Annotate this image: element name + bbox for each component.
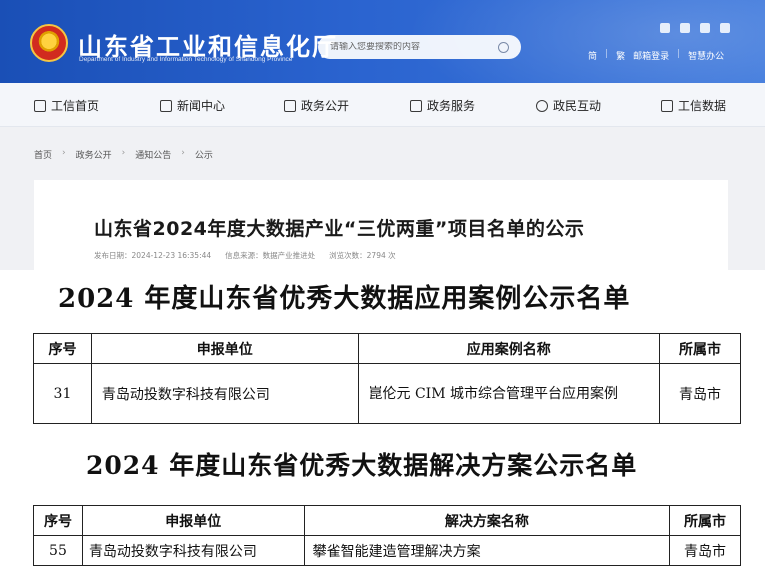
table-header-row: 序号 申报单位 解决方案名称 所属市	[33, 505, 741, 536]
header-unit: 申报单位	[90, 333, 359, 364]
mail-login-link[interactable]: 邮箱登录	[633, 49, 669, 62]
breadcrumb-publicity[interactable]: 公示	[195, 148, 213, 161]
nav-item-data[interactable]: 工信数据	[661, 97, 726, 114]
smart-office-link[interactable]: 智慧办公	[688, 49, 724, 62]
cell-index: 31	[33, 363, 92, 424]
search-box[interactable]	[318, 35, 521, 59]
list-title-application-cases: 2024 年度山东省优秀大数据应用案例公示名单	[58, 284, 631, 314]
service-icon	[410, 99, 422, 112]
separator: |	[677, 49, 681, 59]
breadcrumb-gov-affairs[interactable]: 政务公开	[76, 148, 112, 161]
view-count: 浏览次数：2794 次	[329, 250, 395, 261]
header-city: 所属市	[659, 333, 741, 364]
site-subtitle: Department of Industry and Information T…	[79, 56, 293, 63]
cell-city: 青岛市	[669, 535, 741, 566]
app-icon[interactable]	[720, 23, 730, 33]
breadcrumb-home[interactable]: 首页	[34, 148, 52, 161]
cell-index: 55	[33, 535, 83, 566]
top-links: 简 | 繁 邮箱登录 | 智慧办公	[588, 49, 724, 62]
header-case-name: 应用案例名称	[357, 333, 661, 364]
nav-item-interaction[interactable]: 政民互动	[536, 97, 601, 114]
nav-item-home[interactable]: 工信首页	[34, 97, 99, 114]
list-title-solutions: 2024 年度山东省优秀大数据解决方案公示名单	[86, 451, 638, 480]
application-cases-table: 序号 申报单位 应用案例名称 所属市 31 青岛动投数字科技有限公司 崑伦元 C…	[33, 333, 741, 424]
cell-unit: 青岛动投数字科技有限公司	[81, 535, 305, 566]
weibo-icon[interactable]	[660, 23, 670, 33]
data-icon	[661, 99, 673, 112]
header-solution-name: 解决方案名称	[303, 505, 671, 536]
header-index: 序号	[33, 333, 92, 364]
interaction-icon	[536, 99, 548, 112]
nav-item-gov-affairs[interactable]: 政务公开	[284, 97, 349, 114]
header-city: 所属市	[669, 505, 741, 536]
accessibility-icon[interactable]	[680, 23, 690, 33]
nav-label: 政民互动	[553, 99, 602, 113]
info-source: 信息来源：数据产业推进处	[225, 251, 316, 260]
nav-label: 工信数据	[678, 99, 727, 113]
breadcrumb-separator: ›	[181, 148, 185, 158]
view-count-unit: 次	[388, 251, 396, 260]
monitor-icon	[284, 99, 296, 112]
nav-label: 新闻中心	[177, 99, 226, 113]
breadcrumb-separator: ›	[121, 148, 126, 158]
main-nav: 工信首页 新闻中心 政务公开 政务服务 政民互动 工信数据	[0, 83, 765, 127]
cell-case-name: 崑伦元 CIM 城市综合管理平台应用案例	[357, 363, 661, 424]
site-header: 山东省工业和信息化厅 Department of Industry and In…	[0, 0, 765, 83]
header-index: 序号	[33, 505, 83, 536]
search-icon[interactable]	[498, 41, 509, 53]
nav-label: 工信首页	[51, 99, 100, 113]
header-unit: 申报单位	[81, 505, 305, 536]
breadcrumb: 首页 › 政务公开 › 通知公告 › 公示	[34, 148, 213, 161]
wechat-icon[interactable]	[700, 23, 710, 33]
top-icons	[660, 23, 730, 33]
search-input[interactable]	[330, 42, 498, 52]
article-title: 山东省2024年度大数据产业“三优两重”项目名单的公示	[94, 218, 585, 240]
nav-label: 政务服务	[427, 99, 476, 113]
breadcrumb-notices[interactable]: 通知公告	[135, 148, 171, 161]
view-count-label: 浏览次数：	[329, 251, 367, 260]
separator: |	[605, 49, 609, 59]
simplified-chinese-link[interactable]: 简	[588, 49, 597, 62]
image-crop-edge	[0, 426, 765, 440]
cell-unit: 青岛动投数字科技有限公司	[90, 363, 359, 424]
nav-item-news[interactable]: 新闻中心	[160, 97, 225, 114]
nav-item-gov-service[interactable]: 政务服务	[410, 97, 475, 114]
nav-label: 政务公开	[301, 99, 350, 113]
table-row: 55 青岛动投数字科技有限公司 攀雀智能建造管理解决方案 青岛市	[33, 535, 741, 566]
breadcrumb-separator: ›	[62, 148, 66, 158]
news-icon	[160, 99, 172, 112]
article-meta: 发布日期：2024-12-23 16:35:44 信息来源：数据产业推进处 浏览…	[94, 250, 396, 261]
cell-solution-name: 攀雀智能建造管理解决方案	[303, 535, 671, 566]
solutions-table: 序号 申报单位 解决方案名称 所属市 55 青岛动投数字科技有限公司 攀雀智能建…	[33, 505, 741, 566]
cell-city: 青岛市	[659, 363, 741, 424]
table-header-row: 序号 申报单位 应用案例名称 所属市	[33, 333, 741, 364]
table-row: 31 青岛动投数字科技有限公司 崑伦元 CIM 城市综合管理平台应用案例 青岛市	[33, 363, 741, 424]
home-icon	[34, 99, 46, 112]
view-count-value: 2794	[366, 251, 386, 260]
traditional-chinese-link[interactable]: 繁	[616, 49, 625, 62]
article-card: 山东省2024年度大数据产业“三优两重”项目名单的公示 发布日期：2024-12…	[34, 180, 728, 270]
national-emblem-icon[interactable]	[30, 24, 68, 62]
publish-date: 发布日期：2024-12-23 16:35:44	[94, 251, 212, 260]
